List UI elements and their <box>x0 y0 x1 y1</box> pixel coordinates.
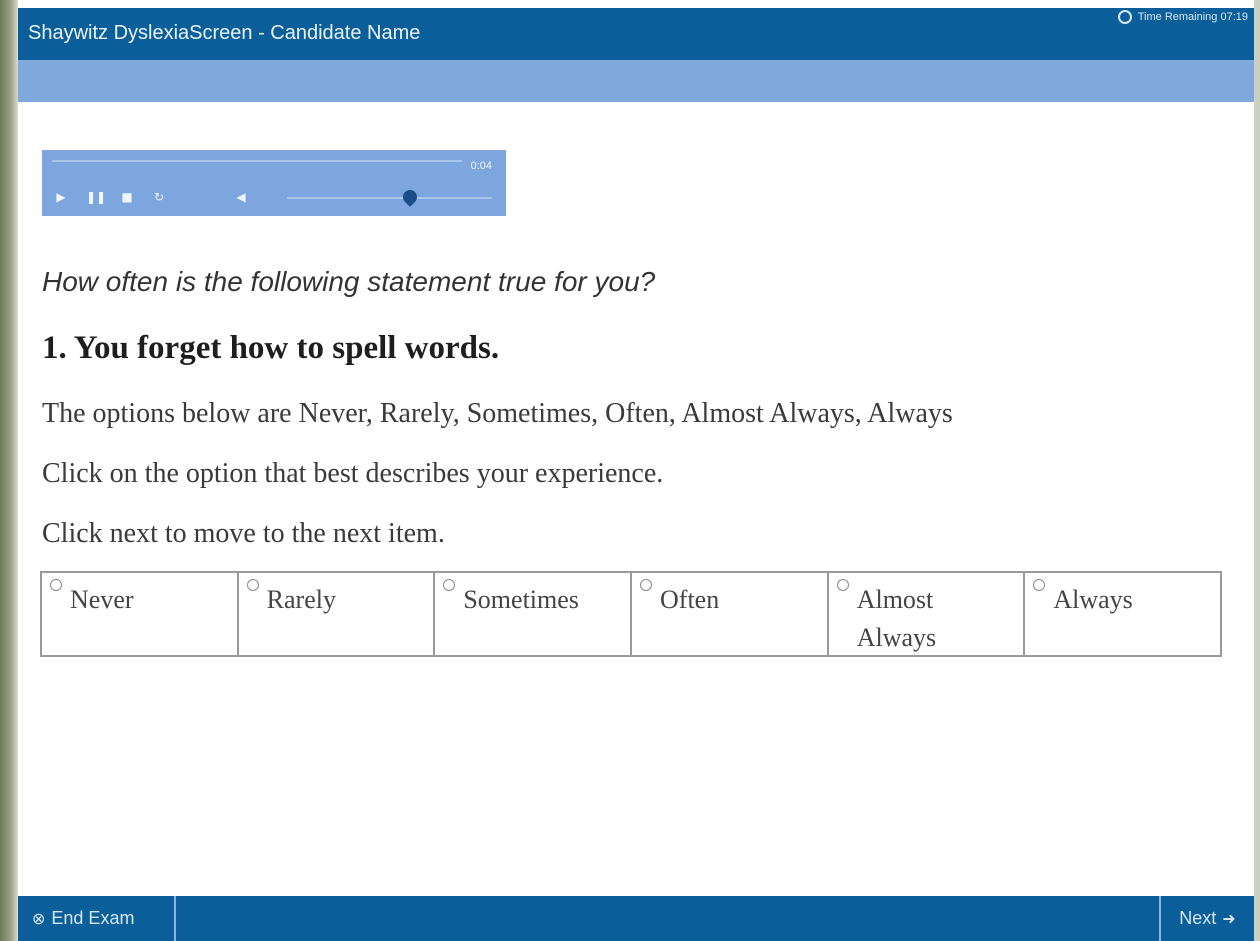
option-label: Often <box>660 585 720 614</box>
answer-options: Never Rarely Sometimes Often Almost Alwa… <box>40 571 1222 657</box>
option-often[interactable]: Often <box>632 573 829 655</box>
time-remaining: Time Remaining 07:19 <box>1117 10 1248 24</box>
option-label: Always <box>1053 585 1133 614</box>
radio-button[interactable] <box>246 579 259 591</box>
time-remaining-label: Time Remaining 07:19 <box>1137 11 1248 23</box>
stop-icon[interactable]: ■ <box>118 188 136 206</box>
option-never[interactable]: Never <box>42 573 239 655</box>
instruction-text: How often is the following statement tru… <box>42 266 656 297</box>
audio-player: 0:04 ▶ ❚❚ ■ ↻ ◀ <box>42 150 506 216</box>
play-icon[interactable]: ▶ <box>52 188 70 206</box>
radio-button[interactable] <box>640 579 653 591</box>
volume-slider[interactable] <box>287 197 492 199</box>
option-label: Never <box>70 585 134 614</box>
next-label: Next <box>1179 908 1217 928</box>
arrow-right-icon: ➜ <box>1222 909 1236 928</box>
end-exam-button[interactable]: ⊗ End Exam <box>18 896 176 941</box>
right-edge <box>1254 0 1260 941</box>
end-exam-label: End Exam <box>51 908 135 928</box>
next-button[interactable]: Next ➜ <box>1159 896 1254 941</box>
end-exam-icon: ⊗ <box>32 909 46 928</box>
click-next-instruction: Click next to move to the next item. <box>42 518 445 549</box>
options-description: The options below are Never, Rarely, Som… <box>42 398 953 429</box>
option-label: Sometimes <box>463 585 579 614</box>
title-bar: Shaywitz DyslexiaScreen - Candidate Name… <box>18 8 1254 60</box>
bottom-bar: ⊗ End Exam Next ➜ <box>18 896 1254 941</box>
audio-time: 0:04 <box>470 160 492 172</box>
option-almost-always[interactable]: Almost Always <box>829 573 1026 655</box>
exam-window: Shaywitz DyslexiaScreen - Candidate Name… <box>18 8 1254 941</box>
option-always[interactable]: Always <box>1025 573 1220 655</box>
radio-button[interactable] <box>50 579 62 591</box>
radio-button[interactable] <box>443 579 456 591</box>
audio-progress-bar[interactable] <box>52 160 462 162</box>
volume-icon[interactable]: ◀ <box>232 188 250 206</box>
option-label: Rarely <box>266 585 336 614</box>
radio-button[interactable] <box>836 579 849 591</box>
left-edge <box>0 0 18 941</box>
option-rarely[interactable]: Rarely <box>239 573 436 655</box>
click-option-instruction: Click on the option that best describes … <box>42 458 664 489</box>
clock-icon <box>1117 10 1132 24</box>
replay-icon[interactable]: ↻ <box>150 188 168 206</box>
question-text: 1. You forget how to spell words. <box>42 330 500 366</box>
pause-icon[interactable]: ❚❚ <box>86 188 106 206</box>
radio-button[interactable] <box>1033 579 1046 591</box>
option-sometimes[interactable]: Sometimes <box>435 573 633 655</box>
volume-slider-handle[interactable] <box>400 187 420 207</box>
option-label: Almost Always <box>856 585 937 652</box>
sub-bar <box>18 60 1254 102</box>
window-title: Shaywitz DyslexiaScreen - Candidate Name <box>28 22 421 44</box>
